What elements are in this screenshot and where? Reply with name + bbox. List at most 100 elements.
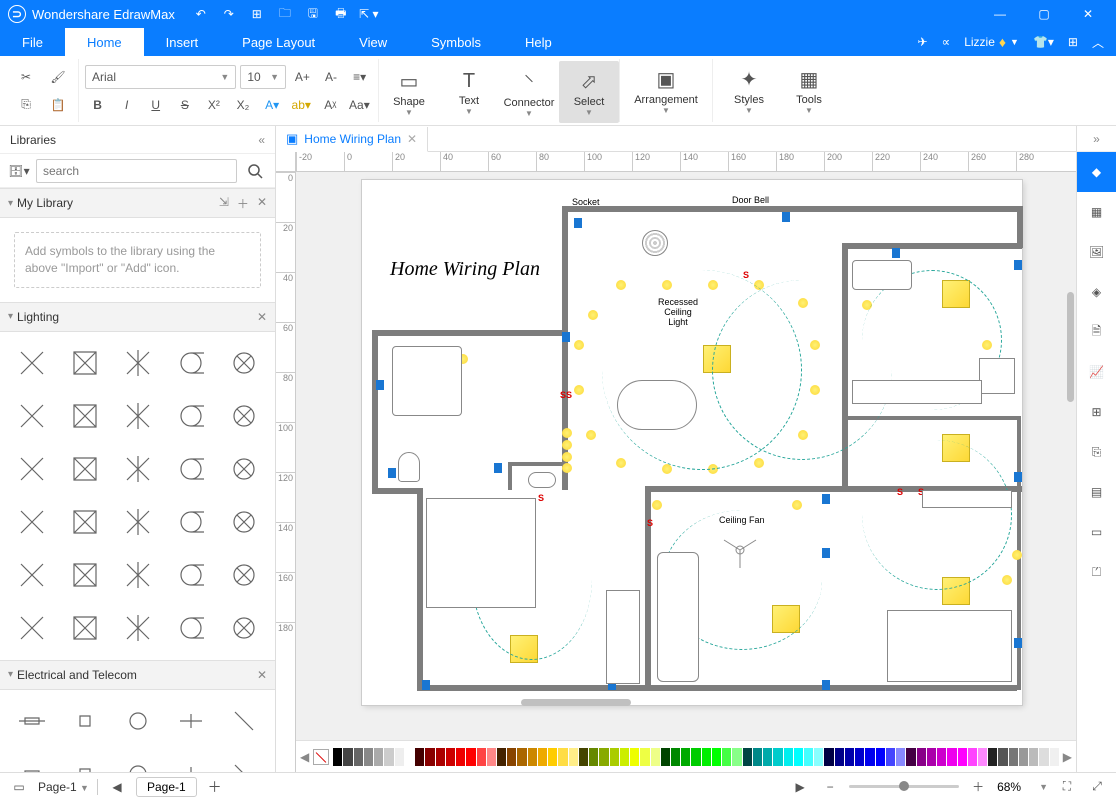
tools-tool[interactable]: ▦Tools▼: [779, 59, 839, 121]
electrical-symbol[interactable]: [165, 696, 216, 747]
color-swatch[interactable]: [1039, 748, 1048, 766]
recessed-light[interactable]: [586, 430, 596, 440]
pages-view-icon[interactable]: ▭: [8, 776, 30, 798]
play-icon[interactable]: ▶: [789, 776, 811, 798]
menu-help[interactable]: Help: [503, 28, 574, 56]
lighting-symbol[interactable]: [112, 444, 163, 495]
color-swatch[interactable]: [446, 748, 455, 766]
color-swatch[interactable]: [988, 748, 997, 766]
underline-button[interactable]: U: [143, 93, 168, 117]
print-icon[interactable]: 🖶: [331, 4, 351, 24]
close-tab-icon[interactable]: ✕: [407, 132, 417, 146]
color-swatch[interactable]: [1009, 748, 1018, 766]
no-fill-swatch[interactable]: [313, 749, 329, 765]
color-swatch[interactable]: [558, 748, 567, 766]
zoom-out-button[interactable]: −: [819, 776, 841, 798]
collapse-libraries-icon[interactable]: «: [258, 133, 265, 147]
color-swatch[interactable]: [630, 748, 639, 766]
recessed-light[interactable]: [574, 340, 584, 350]
broadcast-button[interactable]: ⏍: [1077, 552, 1116, 592]
outlet[interactable]: [1014, 638, 1022, 648]
outlet[interactable]: [822, 494, 830, 504]
text-tool[interactable]: TText▼: [439, 61, 499, 123]
color-swatch[interactable]: [599, 748, 608, 766]
vertical-scrollbar[interactable]: [1067, 292, 1074, 402]
cut-button[interactable]: ✂: [12, 65, 40, 89]
swatch-nav-right[interactable]: ▶: [1063, 750, 1072, 764]
page[interactable]: Home Wiring Plan: [362, 180, 1022, 705]
lighting-symbol[interactable]: [112, 550, 163, 601]
case-button[interactable]: Aa▾: [347, 93, 372, 117]
round-rug[interactable]: [642, 230, 668, 256]
menu-insert[interactable]: Insert: [144, 28, 221, 56]
font-family-select[interactable]: Arial▼: [85, 65, 236, 89]
recessed-light[interactable]: [754, 458, 764, 468]
electrical-symbol[interactable]: [59, 749, 110, 772]
outlet[interactable]: [892, 248, 900, 258]
italic-button[interactable]: I: [114, 93, 139, 117]
color-swatch[interactable]: [1050, 748, 1059, 766]
close-section-icon[interactable]: ✕: [257, 195, 267, 212]
undo-icon[interactable]: ↶: [191, 4, 211, 24]
color-swatch[interactable]: [569, 748, 578, 766]
color-swatch[interactable]: [753, 748, 762, 766]
page-selector[interactable]: Page-1 ▼: [38, 780, 89, 794]
outlet[interactable]: [574, 218, 582, 228]
outlet[interactable]: [822, 548, 830, 558]
page-prev[interactable]: ◀: [106, 776, 128, 798]
lighting-symbol[interactable]: [59, 550, 110, 601]
color-swatch[interactable]: [671, 748, 680, 766]
color-swatch[interactable]: [343, 748, 352, 766]
bed[interactable]: [887, 610, 1012, 682]
color-swatch[interactable]: [845, 748, 854, 766]
lighting-symbol[interactable]: [218, 550, 269, 601]
color-swatch[interactable]: [968, 748, 977, 766]
lighting-symbol[interactable]: [59, 338, 110, 389]
lighting-symbol[interactable]: [59, 444, 110, 495]
lighting-symbol[interactable]: [165, 391, 216, 442]
lighting-symbol[interactable]: [6, 603, 57, 654]
outlet[interactable]: [376, 380, 384, 390]
color-swatch[interactable]: [681, 748, 690, 766]
electrical-symbol[interactable]: [165, 749, 216, 772]
color-swatch[interactable]: [804, 748, 813, 766]
paste-button[interactable]: 📋: [44, 93, 72, 117]
color-swatch[interactable]: [528, 748, 537, 766]
recessed-light[interactable]: [588, 310, 598, 320]
color-swatch[interactable]: [405, 748, 414, 766]
kitchen-sink[interactable]: [852, 260, 912, 290]
libraries-scroll[interactable]: ▾My Library ⇲＋✕ Add symbols to the libra…: [0, 188, 275, 772]
canvas-viewport[interactable]: Home Wiring Plan: [296, 172, 1076, 740]
slideshow-button[interactable]: ▭: [1077, 512, 1116, 552]
electrical-symbol[interactable]: [59, 696, 110, 747]
connector-tool[interactable]: ⸌Connector▼: [499, 61, 559, 123]
close-section-icon[interactable]: ✕: [257, 668, 267, 682]
search-button[interactable]: [243, 159, 267, 183]
layers-button[interactable]: ◈: [1077, 272, 1116, 312]
color-swatch[interactable]: [538, 748, 547, 766]
color-swatch[interactable]: [517, 748, 526, 766]
recessed-light[interactable]: [792, 500, 802, 510]
format-painter-button[interactable]: 🖌: [44, 65, 72, 89]
lighting-symbol[interactable]: [112, 603, 163, 654]
color-swatch[interactable]: [497, 748, 506, 766]
dining-table[interactable]: [617, 380, 697, 430]
menu-file[interactable]: File: [0, 28, 65, 56]
arrangement-tool[interactable]: ▣Arrangement▼: [626, 59, 706, 121]
electrical-symbol[interactable]: [218, 749, 269, 772]
outlet[interactable]: [494, 463, 502, 473]
lighting-symbol[interactable]: [112, 338, 163, 389]
color-swatch[interactable]: [589, 748, 598, 766]
recessed-light[interactable]: [616, 280, 626, 290]
lighting-symbol[interactable]: [6, 550, 57, 601]
apps-icon[interactable]: ⊞: [1068, 35, 1078, 49]
section-electrical[interactable]: ▾Electrical and Telecom ✕: [0, 660, 275, 690]
color-swatch[interactable]: [354, 748, 363, 766]
bed[interactable]: [426, 498, 536, 608]
clear-format-button[interactable]: Aᵡ: [318, 93, 343, 117]
share-icon[interactable]: ∝: [942, 35, 951, 49]
color-swatch[interactable]: [691, 748, 700, 766]
color-swatch[interactable]: [835, 748, 844, 766]
shower[interactable]: [392, 346, 462, 416]
lighting-symbol[interactable]: [218, 603, 269, 654]
